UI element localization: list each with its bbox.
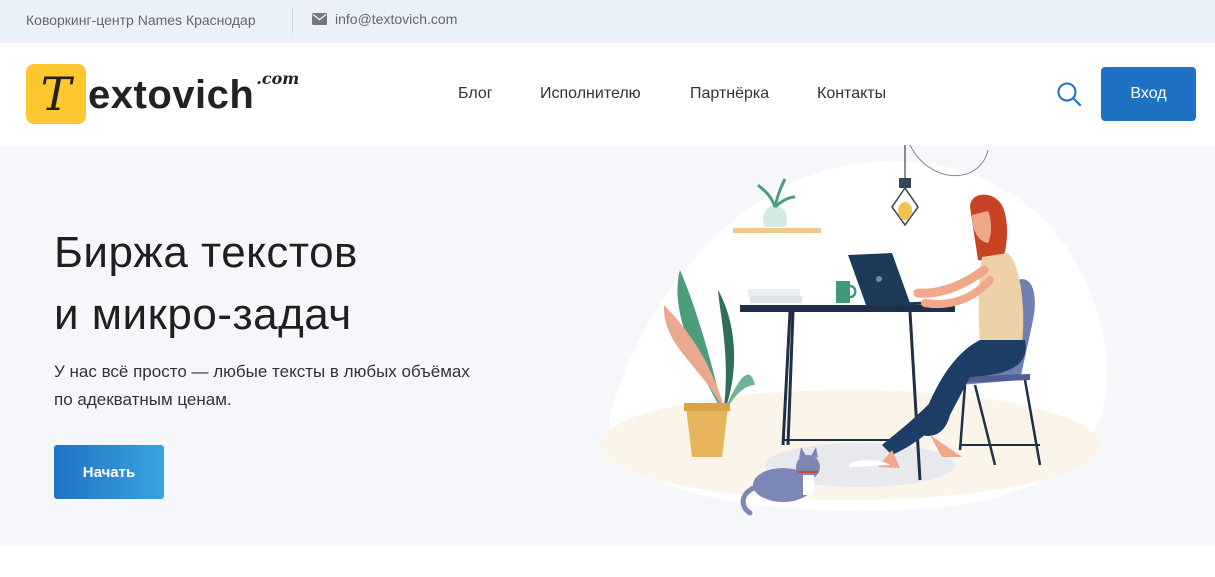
site-header: T extovich .com Блог Исполнителю Партнёр… [0,43,1215,145]
hero-subtitle-line1: У нас всё просто — любые тексты в любых … [54,362,470,381]
email-text: info@textovich.com [335,11,458,27]
logo-letter: T [40,67,72,121]
email-link[interactable]: info@textovich.com [312,11,457,27]
hero-title-line2: и микро-задач [54,290,352,339]
nav-item-contacts[interactable]: Контакты [817,85,886,103]
hero-subtitle: У нас всё просто — любые тексты в любых … [54,358,524,414]
site-logo[interactable]: T extovich .com [26,64,299,126]
envelope-icon [312,13,327,25]
nav-item-blog[interactable]: Блог [458,85,493,103]
logo-letter-box: T [26,64,86,124]
topbar-divider [292,8,293,33]
login-button[interactable]: Вход [1101,67,1196,121]
topbar: Коворкинг-центр Names Краснодар info@tex… [0,0,1215,43]
start-button[interactable]: Начать [54,445,164,499]
logo-suffix: .com [256,69,300,88]
nav-item-executor[interactable]: Исполнителю [540,85,641,103]
hero-title: Биржа текстов и микро-задач [54,222,358,346]
search-icon [1057,82,1082,107]
logo-word: extovich [88,73,255,117]
search-button[interactable] [1056,81,1082,107]
nav-item-partner[interactable]: Партнёрка [690,85,769,103]
hero-subtitle-line2: по адекватным ценам. [54,390,232,409]
location-text: Коворкинг-центр Names Краснодар [26,12,256,28]
hero-title-line1: Биржа текстов [54,228,358,277]
hero-illustration [600,145,1108,516]
